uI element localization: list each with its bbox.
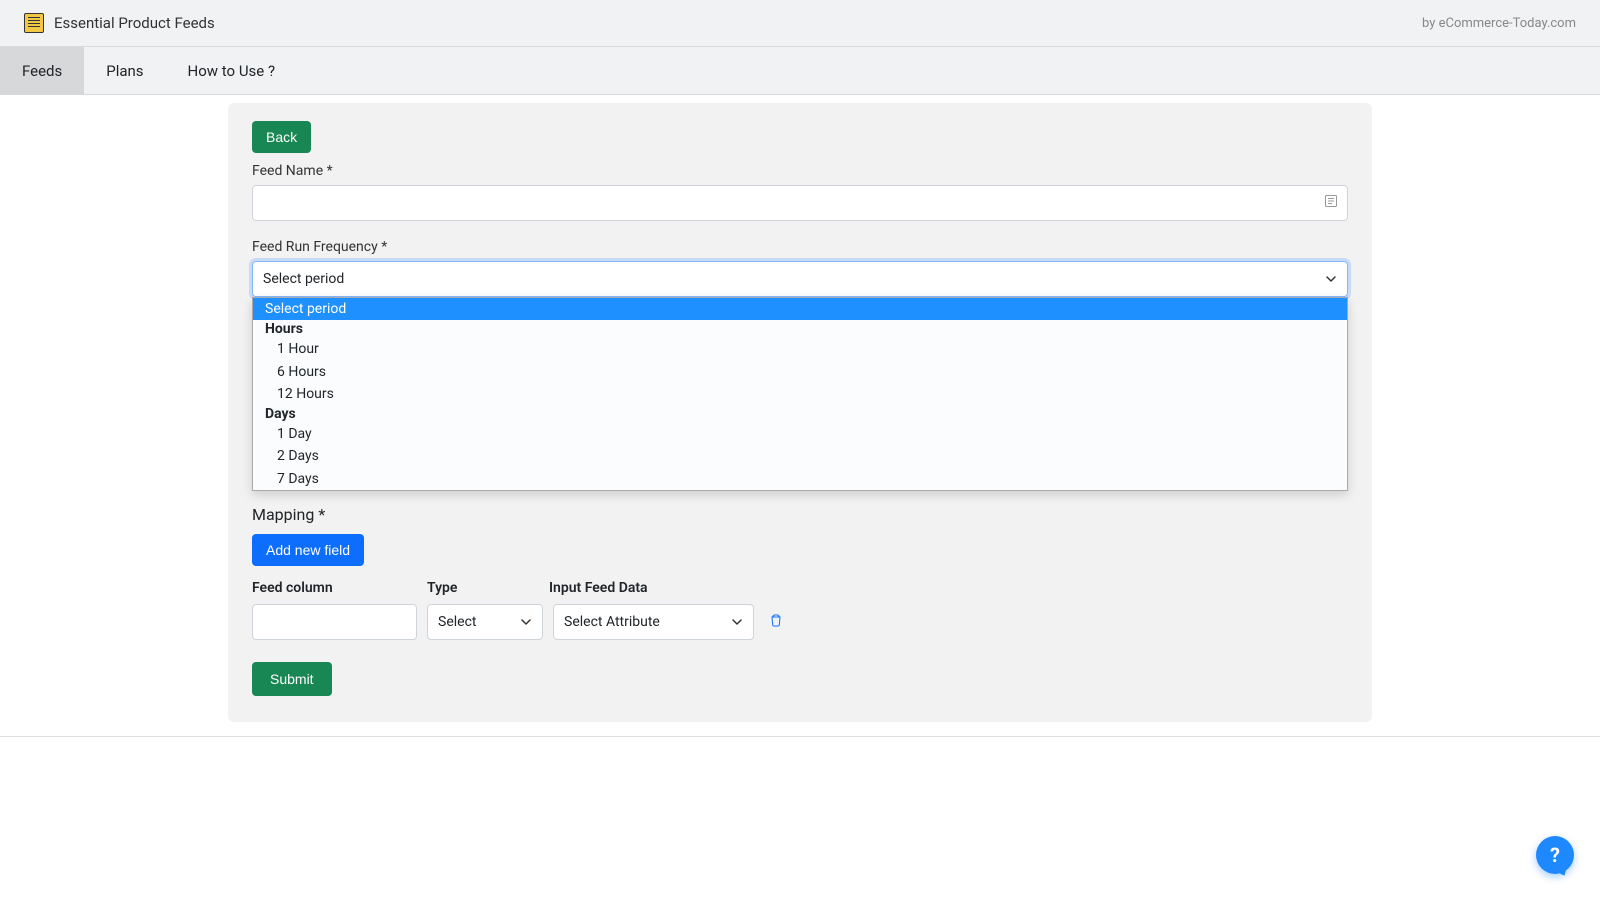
nav-tabs: Feeds Plans How to Use ? (0, 47, 1600, 95)
header: Essential Product Feeds by eCommerce-Tod… (0, 0, 1600, 47)
app-logo-icon (24, 13, 44, 33)
chevron-down-icon (731, 616, 743, 628)
frequency-group-days: Days (253, 405, 1347, 423)
footer-divider (0, 736, 1600, 737)
mapping-input-feed-select[interactable]: Select Attribute (553, 604, 754, 640)
add-field-button[interactable]: Add new field (252, 534, 364, 566)
frequency-option-1h[interactable]: 1 Hour (253, 338, 1347, 360)
tab-how-to-use[interactable]: How to Use ? (166, 47, 298, 94)
mapping-header-feed-column: Feed column (252, 580, 427, 596)
delete-row-button[interactable] (764, 613, 788, 631)
app-title: Essential Product Feeds (54, 14, 215, 32)
frequency-option-2d[interactable]: 2 Days (253, 445, 1347, 467)
frequency-dropdown[interactable]: Select period Select period Hours 1 Hour… (252, 261, 1348, 297)
header-left: Essential Product Feeds (24, 13, 215, 33)
mapping-header-type: Type (427, 580, 549, 596)
mapping-title: Mapping * (252, 505, 1348, 524)
feed-name-label: Feed Name * (252, 163, 1348, 179)
mapping-type-select[interactable]: Select (427, 604, 543, 640)
mapping-header-input-feed: Input Feed Data (549, 580, 750, 596)
chevron-down-icon (520, 616, 532, 628)
frequency-group-hours: Hours (253, 320, 1347, 338)
frequency-options-list: Select period Hours 1 Hour 6 Hours 12 Ho… (252, 297, 1348, 491)
frequency-option-7d[interactable]: 7 Days (253, 468, 1347, 490)
frequency-option-6h[interactable]: 6 Hours (253, 361, 1347, 383)
help-fab-button[interactable]: ? (1536, 836, 1574, 874)
mapping-type-value: Select (438, 614, 476, 630)
mapping-input-feed-value: Select Attribute (564, 614, 660, 630)
feed-name-input[interactable] (252, 185, 1348, 221)
mapping-feed-column-input[interactable] (252, 604, 417, 640)
back-button[interactable]: Back (252, 121, 311, 153)
tab-feeds[interactable]: Feeds (0, 47, 84, 94)
header-byline: by eCommerce-Today.com (1422, 16, 1576, 31)
frequency-select[interactable]: Select period (252, 261, 1348, 297)
frequency-value: Select period (263, 271, 344, 287)
tab-plans[interactable]: Plans (84, 47, 165, 94)
question-icon: ? (1550, 843, 1560, 867)
frequency-label: Feed Run Frequency * (252, 239, 1348, 255)
submit-button[interactable]: Submit (252, 662, 332, 696)
form-panel: Back Feed Name * Feed Run Frequency * Se… (228, 103, 1372, 722)
frequency-option-1d[interactable]: 1 Day (253, 423, 1347, 445)
autofill-icon (1324, 194, 1338, 212)
frequency-option-12h[interactable]: 12 Hours (253, 383, 1347, 405)
frequency-option-placeholder[interactable]: Select period (253, 298, 1347, 320)
chevron-down-icon (1325, 273, 1337, 285)
